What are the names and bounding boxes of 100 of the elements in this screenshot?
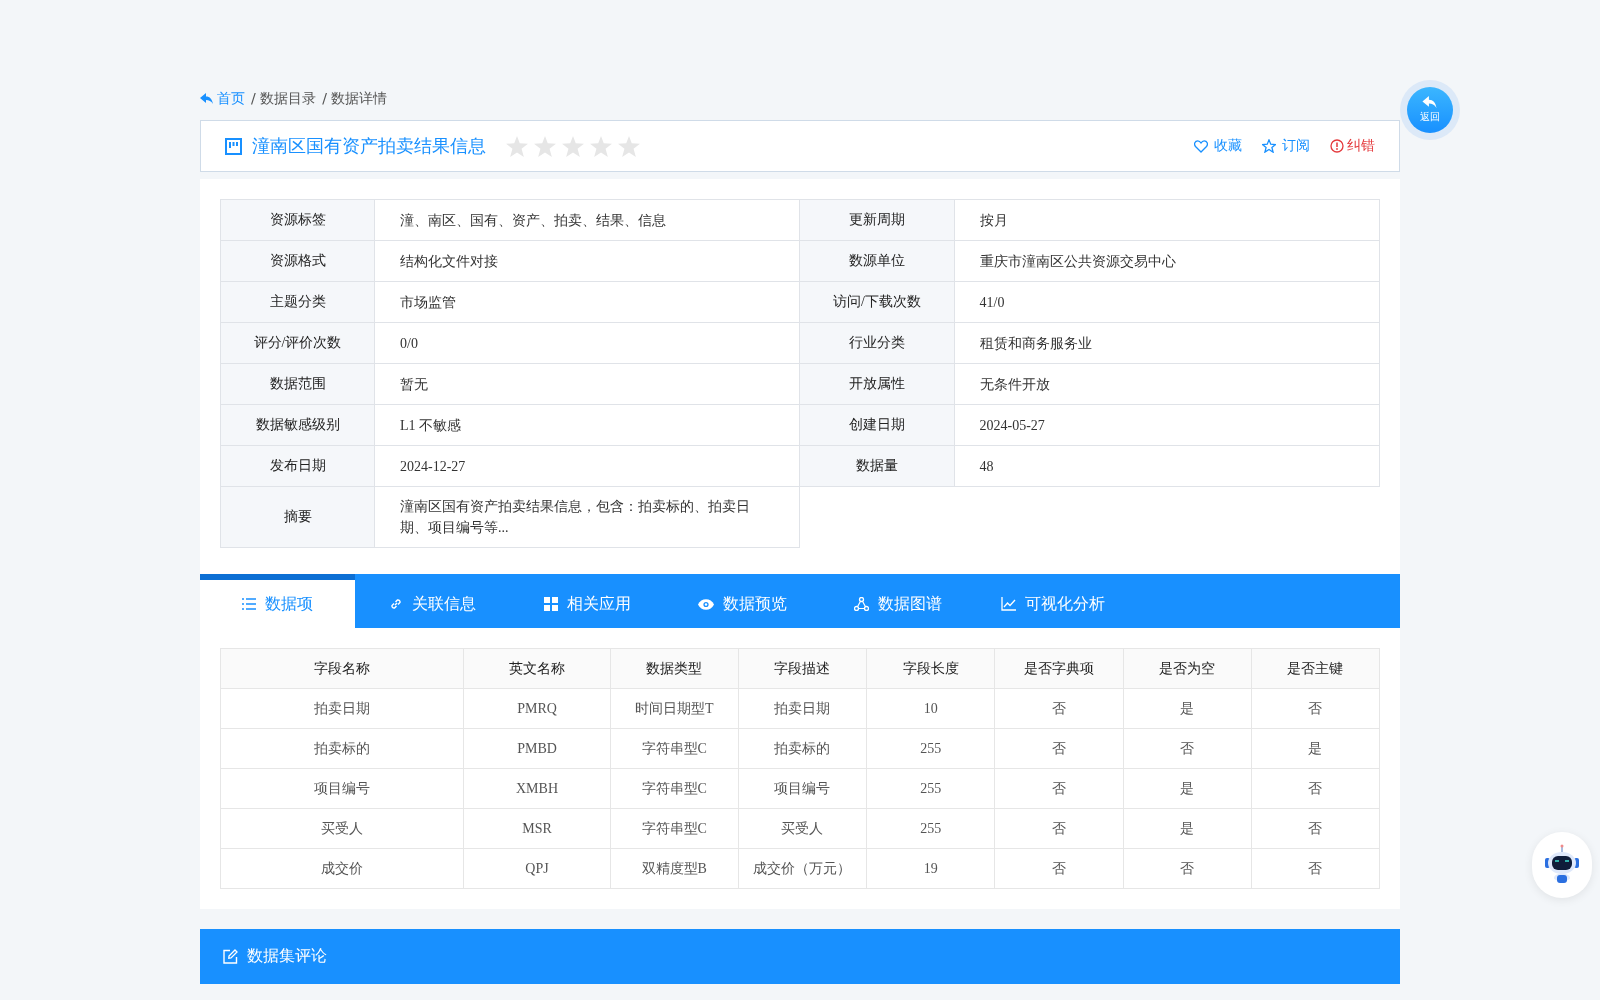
favorite-button[interactable]: 收藏 (1194, 137, 1242, 155)
tab[interactable]: 数据图谱 (820, 574, 975, 628)
field-label: 主题分类 (220, 281, 375, 323)
field-label: 摘要 (220, 486, 375, 548)
field-value: 41/0 (954, 281, 1380, 323)
field-label: 开放属性 (800, 363, 955, 405)
field-value: 租赁和商务服务业 (954, 322, 1380, 364)
field-value: 结构化文件对接 (374, 240, 800, 282)
table-cell: 字符串型C (610, 808, 739, 849)
field-value: 市场监管 (374, 281, 800, 323)
table-cell: 否 (994, 808, 1124, 849)
table-cell: 买受人 (738, 808, 867, 849)
table-cell: 否 (1251, 688, 1380, 729)
table-cell: 是 (1123, 808, 1252, 849)
field-value: 重庆市潼南区公共资源交易中心 (954, 240, 1380, 282)
column-header: 字段描述 (738, 648, 867, 689)
star-icon[interactable] (590, 135, 612, 157)
table-cell: 拍卖标的 (738, 728, 867, 769)
field-label: 发布日期 (220, 445, 375, 487)
star-icon[interactable] (618, 135, 640, 157)
field-value: 潼南区国有资产拍卖结果信息，包含：拍卖标的、拍卖日期、项目编号等... (374, 486, 800, 548)
table-cell: 买受人 (220, 808, 464, 849)
field-label: 更新周期 (800, 199, 955, 241)
table-cell: 否 (994, 848, 1124, 889)
star-outline-icon (1262, 139, 1276, 153)
report-error-button[interactable]: 纠错 (1330, 137, 1375, 155)
table-cell: 拍卖日期 (738, 688, 867, 729)
table-cell: 拍卖标的 (220, 728, 464, 769)
back-arrow-icon (1422, 96, 1438, 109)
table-cell: PMRQ (463, 688, 611, 729)
back-button[interactable]: 返回 (1407, 87, 1453, 133)
link-icon (389, 597, 403, 611)
column-header: 字段长度 (866, 648, 995, 689)
dataset-title: 潼南区国有资产拍卖结果信息 (252, 134, 486, 158)
table-cell: 10 (866, 688, 995, 729)
grid-icon (544, 597, 558, 611)
table-cell: MSR (463, 808, 611, 849)
field-value: 2024-12-27 (374, 445, 800, 487)
breadcrumb-item[interactable]: / 数据详情 (322, 90, 388, 108)
subscribe-button[interactable]: 订阅 (1262, 137, 1310, 155)
table-cell: 否 (1251, 848, 1380, 889)
back-arrow-icon (200, 93, 214, 105)
tab[interactable]: 相关应用 (510, 574, 665, 628)
table-cell: 是 (1123, 768, 1252, 809)
table-cell: 拍卖日期 (220, 688, 464, 729)
alert-icon (1330, 139, 1344, 153)
table-cell: 否 (994, 728, 1124, 769)
field-label: 行业分类 (800, 322, 955, 364)
field-label: 创建日期 (800, 404, 955, 446)
table-cell: 否 (994, 768, 1124, 809)
edit-icon (223, 949, 238, 964)
table-cell: 否 (1251, 768, 1380, 809)
star-icon[interactable] (506, 135, 528, 157)
column-header: 是否为空 (1123, 648, 1252, 689)
breadcrumb-item[interactable]: / 数据目录 (251, 90, 317, 108)
table-cell: 否 (1123, 848, 1252, 889)
table-cell: XMBH (463, 768, 611, 809)
column-header: 数据类型 (610, 648, 739, 689)
field-label: 评分/评价次数 (220, 322, 375, 364)
board-icon (225, 137, 242, 155)
field-value: 2024-05-27 (954, 404, 1380, 446)
field-value: 0/0 (374, 322, 800, 364)
eye-icon (698, 598, 714, 610)
table-cell: 255 (866, 728, 995, 769)
tab[interactable]: 数据项 (200, 574, 355, 628)
table-cell: 19 (866, 848, 995, 889)
line-chart-icon (1000, 597, 1016, 611)
table-cell: 255 (866, 768, 995, 809)
field-label: 数据范围 (220, 363, 375, 405)
list-icon (242, 598, 256, 610)
robot-icon (1543, 844, 1581, 886)
table-cell: 是 (1251, 728, 1380, 769)
table-cell: 双精度型B (610, 848, 739, 889)
table-cell: 是 (1123, 688, 1252, 729)
star-icon[interactable] (562, 135, 584, 157)
tab[interactable]: 可视化分析 (975, 574, 1130, 628)
field-value: 无条件开放 (954, 363, 1380, 405)
table-cell: 否 (1123, 728, 1252, 769)
table-cell: QPJ (463, 848, 611, 889)
table-cell: 字符串型C (610, 768, 739, 809)
star-icon[interactable] (534, 135, 556, 157)
table-cell: 项目编号 (738, 768, 867, 809)
heart-icon (1194, 139, 1208, 153)
comments-title: 数据集评论 (247, 946, 327, 967)
table-cell: PMBD (463, 728, 611, 769)
table-cell: 否 (994, 688, 1124, 729)
table-cell: 否 (1251, 808, 1380, 849)
field-value: 暂无 (374, 363, 800, 405)
field-value: 潼、南区、国有、资产、拍卖、结果、信息 (374, 199, 800, 241)
field-value: 按月 (954, 199, 1380, 241)
field-label: 访问/下载次数 (800, 281, 955, 323)
field-label: 资源格式 (220, 240, 375, 282)
table-cell: 项目编号 (220, 768, 464, 809)
column-header: 是否字典项 (994, 648, 1124, 689)
tab[interactable]: 关联信息 (355, 574, 510, 628)
field-value: 48 (954, 445, 1380, 487)
table-cell: 时间日期型T (610, 688, 739, 729)
graph-icon (853, 597, 869, 611)
tab[interactable]: 数据预览 (665, 574, 820, 628)
home-link[interactable]: 首页 (200, 90, 245, 108)
